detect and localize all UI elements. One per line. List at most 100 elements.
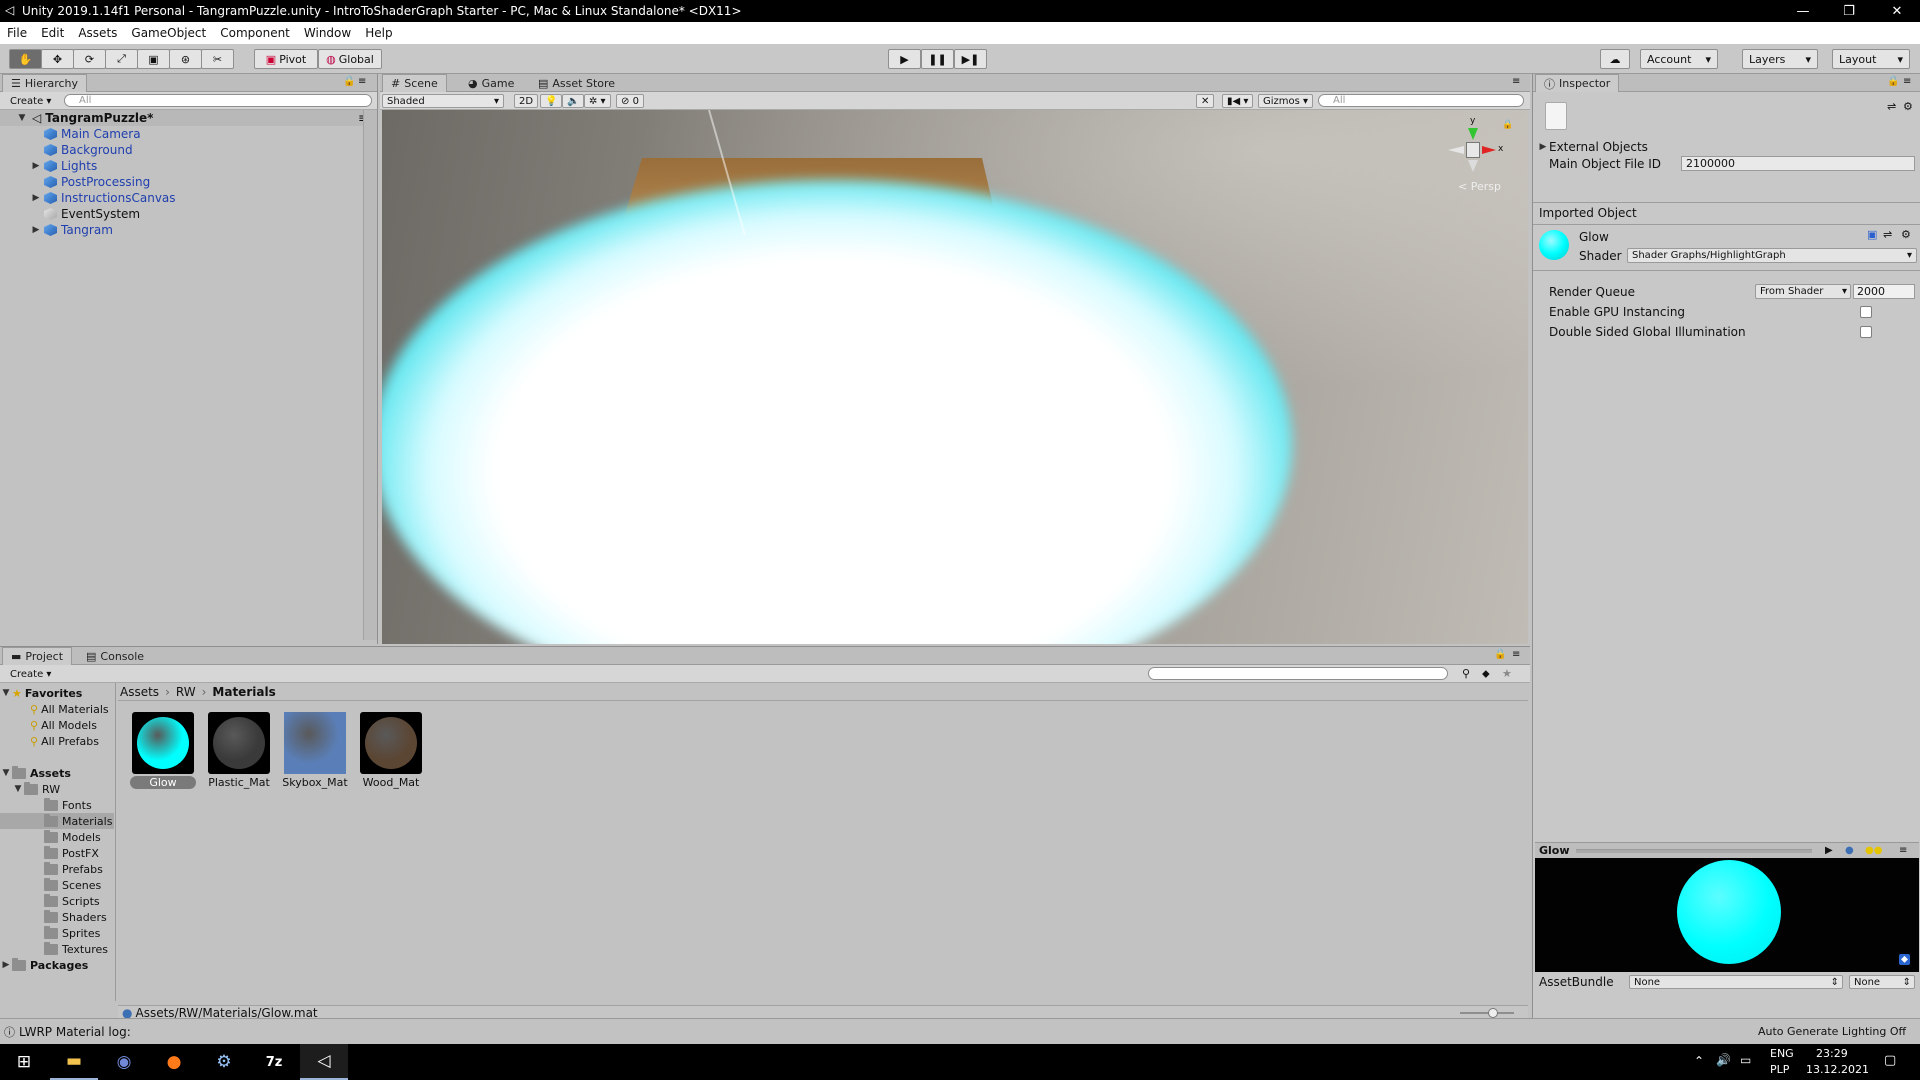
lock-icon[interactable]: 🔒	[343, 76, 355, 87]
gizmo-center-cube[interactable]	[1466, 142, 1480, 158]
gpu-instancing-checkbox[interactable]	[1860, 306, 1872, 318]
hierarchy-search-input[interactable]: All	[64, 94, 372, 107]
panel-menu-icon[interactable]: ≡	[1512, 649, 1520, 660]
network-icon[interactable]: ▭	[1740, 1053, 1751, 1067]
folder-models[interactable]: Models	[0, 829, 114, 845]
tools-toggle[interactable]: ✕	[1196, 94, 1215, 108]
folder-rw[interactable]: ▼ RW	[0, 781, 114, 797]
gizmos-dropdown[interactable]: Gizmos ▾	[1258, 94, 1314, 108]
camera-dropdown[interactable]: ▮◀ ▾	[1222, 94, 1254, 108]
gizmo-x-cone[interactable]	[1482, 146, 1496, 154]
preset-icon[interactable]: ⇌	[1883, 228, 1892, 241]
keyboard-layout[interactable]: PLP	[1770, 1063, 1789, 1076]
layout-dropdown[interactable]: Layout ▾	[1832, 49, 1910, 69]
packages-row[interactable]: ▶ Packages	[0, 957, 114, 973]
hierarchy-item-main-camera[interactable]: Main Camera›	[0, 126, 376, 142]
audio-toggle[interactable]: 🔈	[562, 94, 585, 108]
scale-tool-button[interactable]: ⤢	[105, 49, 138, 69]
firefox-icon[interactable]: ●	[150, 1044, 198, 1080]
assetbundle-dropdown[interactable]: None ⇕	[1629, 975, 1843, 989]
tab-asset-store[interactable]: ▤ Asset Store	[530, 74, 623, 92]
asset-label-wood-mat[interactable]: Wood_Mat	[353, 776, 429, 789]
icon-size-slider-thumb[interactable]	[1488, 1008, 1498, 1018]
project-search-input[interactable]	[1148, 667, 1448, 680]
discord-icon[interactable]: ◉	[100, 1044, 148, 1080]
breadcrumb-assets[interactable]: Assets	[120, 685, 159, 699]
volume-icon[interactable]: 🔊	[1716, 1053, 1731, 1067]
transform-tool-button[interactable]: ⊛	[169, 49, 202, 69]
folder-scenes[interactable]: Scenes	[0, 877, 114, 893]
hierarchy-item-instructionscanvas[interactable]: ▶InstructionsCanvas›	[0, 190, 376, 206]
hidden-objects-toggle[interactable]: ⊘ 0	[616, 94, 644, 108]
tag-icon[interactable]: ⬥	[1899, 954, 1910, 965]
move-tool-button[interactable]: ✥	[41, 49, 74, 69]
star-icon[interactable]: ★	[1502, 667, 1512, 680]
rotate-tool-button[interactable]: ⟳	[73, 49, 106, 69]
help-book-icon[interactable]: ▣	[1867, 228, 1877, 241]
main-object-field[interactable]: 2100000	[1681, 156, 1915, 171]
folder-postfx[interactable]: PostFX	[0, 845, 114, 861]
breadcrumb-materials[interactable]: Materials	[212, 685, 275, 699]
folder-scripts[interactable]: Scripts	[0, 893, 114, 909]
layers-dropdown[interactable]: Layers ▾	[1742, 49, 1818, 69]
status-log[interactable]: LWRP Material log:	[19, 1025, 131, 1039]
pause-button[interactable]: ❚❚	[921, 49, 954, 69]
double-sided-gi-checkbox[interactable]	[1860, 326, 1872, 338]
sphere-icon[interactable]: ●	[1845, 845, 1854, 856]
assetbundle-variant-dropdown[interactable]: None ⇕	[1849, 975, 1915, 989]
menu-assets[interactable]: Assets	[71, 26, 124, 40]
asset-thumb-plastic-mat[interactable]	[208, 712, 270, 774]
hierarchy-item-tangram[interactable]: ▶Tangram›	[0, 222, 376, 238]
lock-icon[interactable]: 🔒	[1494, 649, 1506, 660]
hierarchy-item-background[interactable]: Background›	[0, 142, 376, 158]
asset-thumb-skybox-mat[interactable]	[284, 712, 346, 774]
tab-inspector[interactable]: ⓘ Inspector	[1535, 74, 1620, 92]
lighting-toggle[interactable]: 💡	[540, 94, 563, 108]
panel-menu-icon[interactable]: ≡	[358, 76, 366, 87]
clock-date[interactable]: 13.12.2021	[1806, 1063, 1869, 1076]
favorite-all-materials[interactable]: ⚲ All Materials	[0, 701, 114, 717]
play-icon[interactable]: ▶	[1825, 845, 1833, 856]
gear-icon[interactable]: ⚙	[1901, 228, 1911, 241]
gear-icon[interactable]: ⚙	[1903, 100, 1913, 113]
2d-toggle[interactable]: 2D	[514, 94, 539, 108]
chevron-up-icon[interactable]: ⌃	[1694, 1054, 1704, 1068]
notification-icon[interactable]: ▢	[1884, 1053, 1896, 1068]
asset-label-plastic-mat[interactable]: Plastic_Mat	[201, 776, 277, 789]
render-queue-mode-dropdown[interactable]: From Shader ▾	[1755, 284, 1851, 299]
tab-hierarchy[interactable]: ☰ Hierarchy	[2, 74, 88, 92]
lock-icon[interactable]: 🔒	[1887, 76, 1899, 87]
folder-materials[interactable]: Materials	[0, 813, 114, 829]
tab-project[interactable]: ▬ Project	[2, 647, 73, 665]
expand-arrow-icon[interactable]: ▶	[30, 225, 42, 235]
favorite-all-prefabs[interactable]: ⚲ All Prefabs	[0, 733, 114, 749]
steam-icon[interactable]: ⚙	[200, 1044, 248, 1080]
favorite-all-models[interactable]: ⚲ All Models	[0, 717, 114, 733]
minimize-button[interactable]: —	[1780, 0, 1826, 22]
menu-window[interactable]: Window	[297, 26, 358, 40]
orientation-gizmo[interactable]: 🔒 y x < Persp	[1442, 116, 1522, 200]
create-dropdown[interactable]: Create ▾	[6, 94, 55, 108]
scene-root-row[interactable]: ▼ ◁ TangramPuzzle* ≡	[0, 110, 376, 126]
hierarchy-item-lights[interactable]: ▶Lights›	[0, 158, 376, 174]
pivot-toggle[interactable]: ▣ Pivot	[254, 49, 318, 69]
external-objects-foldout[interactable]: ▶ External Objects	[1537, 138, 1917, 156]
folder-prefabs[interactable]: Prefabs	[0, 861, 114, 877]
tab-scene[interactable]: # Scene	[382, 74, 447, 92]
clock-time[interactable]: 23:29	[1816, 1047, 1848, 1060]
menu-edit[interactable]: Edit	[34, 26, 71, 40]
material-preview[interactable]: ⬥	[1535, 858, 1919, 972]
create-dropdown[interactable]: Create ▾	[6, 667, 55, 681]
expand-arrow-icon[interactable]: ▼	[16, 113, 28, 123]
asset-thumb-glow[interactable]	[132, 712, 194, 774]
folder-textures[interactable]: Textures	[0, 941, 114, 957]
hierarchy-scrollbar[interactable]	[363, 110, 377, 640]
hand-tool-button[interactable]: ✋	[9, 49, 42, 69]
hierarchy-item-postprocessing[interactable]: PostProcessing›	[0, 174, 376, 190]
step-button[interactable]: ▶❚	[954, 49, 987, 69]
effects-dropdown[interactable]: ✲ ▾	[584, 94, 611, 108]
account-dropdown[interactable]: Account ▾	[1640, 49, 1718, 69]
file-explorer-icon[interactable]: ▬	[50, 1044, 98, 1080]
custom-tool-button[interactable]: ✂	[201, 49, 234, 69]
lighting-status[interactable]: Auto Generate Lighting Off	[1758, 1025, 1906, 1038]
